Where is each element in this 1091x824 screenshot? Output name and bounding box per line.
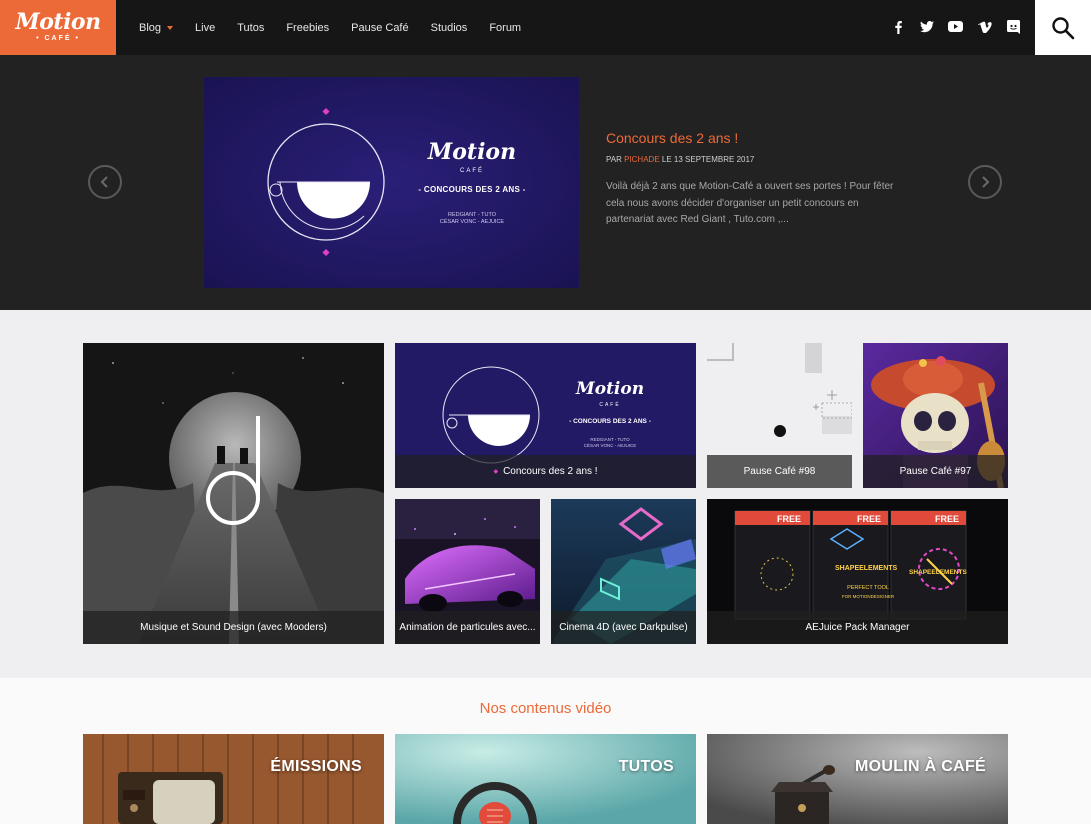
video-card-label: ÉMISSIONS <box>270 758 362 775</box>
tile-caption: Pause Café #98 <box>707 455 852 488</box>
aejuice-badge-2: FREE <box>857 514 882 524</box>
aejuice-tagline-1: PERFECT TOOL <box>847 585 889 591</box>
facebook-icon[interactable] <box>888 17 907 36</box>
hero-title-link[interactable]: Concours des 2 ans ! <box>606 130 738 146</box>
hero-image-headline: - CONCOURS DES 2 ANS - <box>418 185 526 194</box>
grid-tile-musique[interactable]: Musique et Sound Design (avec Mooders) <box>83 343 384 644</box>
logo-subtitle: • CAFÉ • <box>36 35 80 42</box>
tile-caption: Pause Café #97 <box>863 455 1008 488</box>
grid-tile-cinema-4d[interactable]: Cinema 4D (avec Darkpulse) <box>551 499 696 644</box>
grid-tile-particules[interactable]: Animation de particules avec... <box>395 499 540 644</box>
discord-icon[interactable] <box>1004 17 1023 36</box>
video-card-tutos[interactable]: TUTOS <box>395 734 696 824</box>
site-logo[interactable]: Motion • CAFÉ • <box>0 0 116 55</box>
grid-tile-aejuice[interactable]: FREE FREE FREE SHAPEELEMENTS SHAPEELEMEN… <box>707 499 1008 644</box>
grid-tile-pause-cafe-98[interactable]: Pause Café #98 <box>707 343 852 488</box>
youtube-icon[interactable] <box>946 17 965 36</box>
chevron-left-icon <box>100 176 108 188</box>
hero-image[interactable]: Motion CAFÉ - CONCOURS DES 2 ANS - REDGI… <box>204 77 579 288</box>
hero-meta: PAR PICHADE LE 13 SEPTEMBRE 2017 <box>606 155 755 164</box>
video-card-emissions[interactable]: ÉMISSIONS <box>83 734 384 824</box>
video-section-title: Nos contenus vidéo <box>479 700 612 717</box>
hero-image-logo: Motion <box>427 139 517 165</box>
aejuice-badge-3: FREE <box>935 514 960 524</box>
video-card-moulin-a-cafe[interactable]: MOULIN À CAFÉ <box>707 734 1008 824</box>
tile-caption: Musique et Sound Design (avec Mooders) <box>83 611 384 644</box>
tile-caption: Cinema 4D (avec Darkpulse) <box>551 611 696 644</box>
search-button[interactable] <box>1035 0 1091 55</box>
aejuice-badge-1: FREE <box>777 514 802 524</box>
tile-caption: Animation de particules avec... <box>395 611 540 644</box>
menu-item-freebies[interactable]: Freebies <box>275 22 340 34</box>
menu-item-pause-cafe[interactable]: Pause Café <box>340 22 419 34</box>
hero-excerpt: Voilà déjà 2 ans que Motion-Café a ouver… <box>606 181 894 225</box>
menu-item-blog[interactable]: Blog <box>128 22 184 34</box>
hero-image-sponsors-2: CÉSAR VONC - AEJUICE <box>439 219 505 225</box>
tile-logo-sub: CAFÉ <box>599 402 621 408</box>
aejuice-tagline-2: FOR MOTIONDESIGNER <box>841 594 895 599</box>
slider-prev-button[interactable] <box>88 165 122 199</box>
author-link[interactable]: PICHADE <box>624 155 660 164</box>
menu-item-live[interactable]: Live <box>184 22 226 34</box>
tile-logo: Motion <box>575 379 645 399</box>
menu-item-forum[interactable]: Forum <box>478 22 532 34</box>
video-card-label: MOULIN À CAFÉ <box>854 758 986 775</box>
video-card-label: TUTOS <box>618 758 674 775</box>
twitter-icon[interactable] <box>917 17 936 36</box>
aejuice-product-3: SHAPEELEMENTS <box>909 569 967 576</box>
grid-tile-concours[interactable]: Motion CAFÉ - CONCOURS DES 2 ANS - REDGI… <box>395 343 696 488</box>
tile-headline: - CONCOURS DES 2 ANS - <box>569 418 651 425</box>
top-navbar: Motion • CAFÉ • Blog Live Tutos Freebies… <box>0 0 1091 55</box>
tile-sponsors-1: REDGIANT - TUTO <box>590 437 630 442</box>
menu-item-studios[interactable]: Studios <box>420 22 479 34</box>
vimeo-icon[interactable] <box>975 17 994 36</box>
featured-slider: Motion CAFÉ - CONCOURS DES 2 ANS - REDGI… <box>0 55 1091 310</box>
hero-image-logo-sub: CAFÉ <box>459 168 484 174</box>
tile-caption: AEJuice Pack Manager <box>707 611 1008 644</box>
aejuice-product-2: SHAPEELEMENTS <box>835 565 898 572</box>
grid-tile-pause-cafe-97[interactable]: Pause Café #97 <box>863 343 1008 488</box>
dropdown-caret-icon <box>167 25 174 30</box>
slider-next-button[interactable] <box>968 165 1002 199</box>
main-menu: Blog Live Tutos Freebies Pause Café Stud… <box>128 0 532 55</box>
logo-wordmark: Motion <box>15 9 101 35</box>
hero-image-sponsors-1: REDGIANT - TUTO <box>448 212 496 218</box>
social-links <box>888 17 1023 36</box>
tile-sponsors-2: CÉSAR VONC - AEJUICE <box>583 443 637 448</box>
menu-item-tutos[interactable]: Tutos <box>226 22 275 34</box>
search-icon <box>1052 16 1075 39</box>
chevron-right-icon <box>982 176 990 188</box>
tile-caption: ◆ Concours des 2 ans ! <box>395 455 696 488</box>
